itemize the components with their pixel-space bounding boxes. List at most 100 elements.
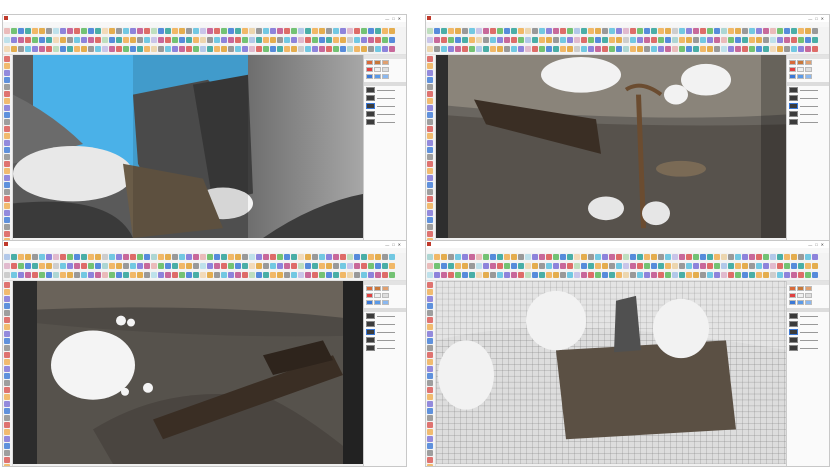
tool-icon[interactable] (214, 272, 220, 278)
default-tray[interactable] (786, 281, 829, 466)
tool-icon[interactable] (588, 254, 594, 260)
tool-icon[interactable] (742, 46, 748, 52)
toolbar-row-3[interactable] (3, 271, 406, 281)
tool-icon[interactable] (427, 359, 433, 365)
tool-icon[interactable] (581, 28, 587, 34)
tool-icon[interactable] (158, 28, 164, 34)
tool-icon[interactable] (60, 37, 66, 43)
tool-icon[interactable] (354, 254, 360, 260)
tool-icon[interactable] (546, 263, 552, 269)
tool-icon[interactable] (137, 263, 143, 269)
tool-icon[interactable] (340, 37, 346, 43)
tool-icon[interactable] (4, 387, 10, 393)
tool-icon[interactable] (88, 254, 94, 260)
tool-icon[interactable] (539, 37, 545, 43)
tool-icon[interactable] (427, 317, 433, 323)
tool-icon[interactable] (707, 263, 713, 269)
tool-icon[interactable] (623, 263, 629, 269)
tool-icon[interactable] (434, 272, 440, 278)
tool-icon[interactable] (4, 203, 10, 209)
tool-icon[interactable] (812, 46, 818, 52)
tool-icon[interactable] (214, 46, 220, 52)
tool-icon[interactable] (277, 263, 283, 269)
tool-icon[interactable] (340, 272, 346, 278)
tool-icon[interactable] (427, 429, 433, 435)
tool-icon[interactable] (11, 46, 17, 52)
tool-icon[interactable] (721, 28, 727, 34)
tool-icon[interactable] (518, 272, 524, 278)
tool-icon[interactable] (798, 37, 804, 43)
tool-icon[interactable] (109, 46, 115, 52)
3d-viewport[interactable] (436, 55, 788, 238)
tool-icon[interactable] (193, 254, 199, 260)
tool-icon[interactable] (4, 254, 10, 260)
tool-icon[interactable] (207, 272, 213, 278)
tool-icon[interactable] (427, 366, 433, 372)
tool-icon[interactable] (382, 37, 388, 43)
tool-icon[interactable] (497, 272, 503, 278)
tool-icon[interactable] (791, 37, 797, 43)
tool-icon[interactable] (665, 46, 671, 52)
tool-icon[interactable] (4, 231, 10, 237)
tool-icon[interactable] (777, 28, 783, 34)
tool-icon[interactable] (721, 254, 727, 260)
left-toolbar[interactable] (426, 281, 436, 466)
tool-icon[interactable] (158, 263, 164, 269)
tool-icon[interactable] (651, 272, 657, 278)
tool-icon[interactable] (462, 254, 468, 260)
tool-icon[interactable] (270, 28, 276, 34)
tool-icon[interactable] (756, 263, 762, 269)
tool-icon[interactable] (511, 254, 517, 260)
tool-icon[interactable] (672, 263, 678, 269)
tool-icon[interactable] (686, 254, 692, 260)
tool-icon[interactable] (700, 272, 706, 278)
material-swatch[interactable] (382, 67, 389, 72)
tool-icon[interactable] (4, 133, 10, 139)
tool-icon[interactable] (504, 272, 510, 278)
tool-icon[interactable] (263, 254, 269, 260)
tool-icon[interactable] (67, 263, 73, 269)
tool-icon[interactable] (361, 37, 367, 43)
tool-icon[interactable] (382, 254, 388, 260)
tool-icon[interactable] (11, 28, 17, 34)
tool-icon[interactable] (88, 46, 94, 52)
tool-icon[interactable] (305, 272, 311, 278)
tool-icon[interactable] (326, 254, 332, 260)
tool-icon[interactable] (609, 28, 615, 34)
tool-icon[interactable] (427, 63, 433, 69)
tool-icon[interactable] (375, 28, 381, 34)
tool-icon[interactable] (39, 28, 45, 34)
tool-icon[interactable] (4, 91, 10, 97)
tool-icon[interactable] (679, 263, 685, 269)
tool-icon[interactable] (333, 254, 339, 260)
tool-icon[interactable] (375, 263, 381, 269)
tool-icon[interactable] (130, 272, 136, 278)
tool-icon[interactable] (186, 37, 192, 43)
tool-icon[interactable] (249, 263, 255, 269)
tool-icon[interactable] (291, 28, 297, 34)
scene-item[interactable] (787, 102, 829, 110)
tool-icon[interactable] (714, 254, 720, 260)
tool-icon[interactable] (777, 263, 783, 269)
tool-icon[interactable] (67, 272, 73, 278)
tool-icon[interactable] (658, 37, 664, 43)
tool-icon[interactable] (4, 126, 10, 132)
tool-icon[interactable] (60, 263, 66, 269)
tool-icon[interactable] (144, 28, 150, 34)
tool-icon[interactable] (361, 46, 367, 52)
tool-icon[interactable] (567, 254, 573, 260)
tool-icon[interactable] (144, 263, 150, 269)
scene-item[interactable] (787, 312, 829, 320)
tool-icon[interactable] (193, 37, 199, 43)
tool-icon[interactable] (574, 46, 580, 52)
tool-icon[interactable] (123, 263, 129, 269)
tool-icon[interactable] (616, 46, 622, 52)
tool-icon[interactable] (679, 272, 685, 278)
tool-icon[interactable] (630, 28, 636, 34)
tool-icon[interactable] (560, 254, 566, 260)
tool-icon[interactable] (4, 422, 10, 428)
tool-icon[interactable] (490, 263, 496, 269)
tool-icon[interactable] (347, 46, 353, 52)
tool-icon[interactable] (637, 272, 643, 278)
scene-item[interactable] (787, 110, 829, 118)
